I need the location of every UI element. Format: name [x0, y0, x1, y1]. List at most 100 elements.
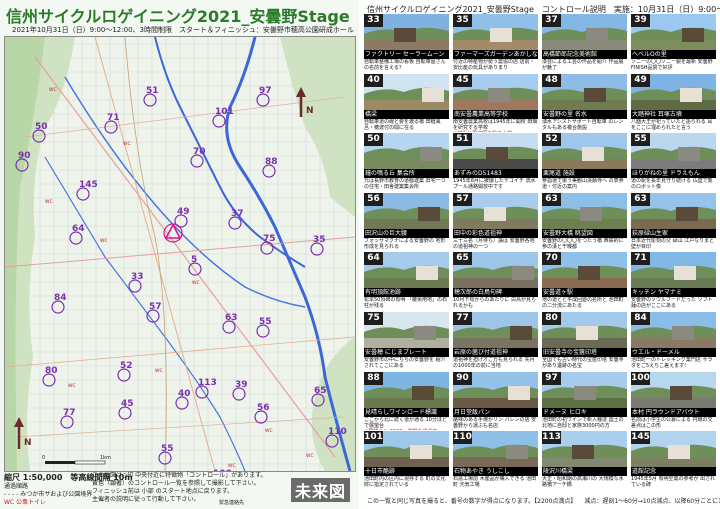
control-card-80: 80 旧安曇寺の宝篋印塔 全国でも古い時代の宝篋印塔 安曇寺があり遺跡の名宝: [542, 312, 627, 370]
svg-text:88: 88: [265, 157, 278, 167]
svg-text:145: 145: [79, 180, 98, 190]
control-description: 三十三名（月待ち）講は 安曇野各地の道祖神の一つ: [453, 237, 535, 250]
control-card-70: 70 安曇道ヶ駅 地の道とど平成回遊の名所と 池田町の二分流にあたる: [542, 252, 627, 310]
svg-text:55: 55: [161, 444, 174, 454]
control-description: 自転車整備工場の看板 自転車屋さんの名前を言える？: [364, 59, 446, 71]
control-sheet: 信州サイクルロゲイニング2021_安曇野Stage コントロール説明 実施：10…: [361, 0, 720, 509]
legend: 通過順路 - - - - みつか市サおよび公園境界 WC 公衆トイレ: [4, 483, 92, 507]
svg-text:1km: 1km: [100, 455, 111, 461]
control-number: 35: [453, 14, 472, 27]
control-name: ファーマーズガーデンあかしな: [453, 50, 538, 59]
svg-text:45: 45: [121, 399, 134, 409]
control-card-63: 63 荻原碌山生家 日本近代彫刻の父 碌山 江戸なりまと壁が目印: [631, 192, 716, 251]
control-card-33: 33 ファクトリー セーラームーン 自転車整備工場の看板 自転車屋さんの名前を言える…: [364, 14, 449, 72]
svg-text:110: 110: [328, 427, 347, 437]
control-number: 51: [453, 133, 472, 147]
svg-text:57: 57: [149, 302, 162, 312]
control-number: 33: [364, 14, 383, 27]
control-grid: 33 ファクトリー セーラームーン 自転車整備工場の看板 自転車屋さんの名前を言える…: [364, 14, 718, 492]
control-card-35: 35 ファーマーズガーデンあかしな 付近の特産物が勢う農協の店 店前・安比産の玩具が…: [453, 14, 538, 72]
control-name: 岩原の菌び付道祖神: [453, 348, 538, 357]
control-description: 八面大王が祀っていたと語られる 耳をここに埋められたと言う: [631, 118, 713, 131]
control-card-100: 100 本村 円ラウンドアバウト 名前は小学生の公募による 円環の交差点はこの形: [631, 371, 716, 430]
control-description: 池田町一のトレッキング業門店 サラダをご5えちこ差えます!: [631, 357, 713, 369]
control-number: 88: [364, 371, 383, 385]
control-name: 十日市酪跡: [364, 467, 449, 477]
svg-text:49: 49: [177, 207, 190, 217]
svg-text:40: 40: [178, 389, 191, 399]
control-description: ここから北に続く道が通る 10分ほどで展望台※展望台は 2000m登場を通過中: [364, 417, 449, 430]
control-number: 49: [631, 73, 650, 87]
control-card-101: 101 十日市酪跡 池田町内の区内に現存する 町の文化財に指定されている: [364, 431, 449, 489]
control-card-145: 145 道館記念 1945年5月 有明空襲の参考が 出されている碑: [631, 431, 716, 489]
control-name: ほりがねの里 ドラえもん: [631, 169, 716, 179]
control-number: 90: [453, 371, 472, 385]
control-number: 77: [453, 312, 472, 325]
control-number: 63: [631, 192, 650, 206]
control-name: ウエル・ドーメル: [631, 348, 716, 357]
map-sheet: 信州サイクルロゲイニング2021_安曇野Stage 2021年10月31日（日）…: [0, 0, 359, 509]
control-number: 55: [631, 133, 650, 147]
control-card-75: 75 安曇穂 にじまプレート 安曇野市の中にちちの安曇野を 紹介されてここにある: [364, 312, 449, 370]
control-description: 酪味のある手焼がリン バレンの店 安曇野から運ぶも名店: [453, 416, 537, 429]
control-description: 1945年5月 有明空襲の参考が 出されている碑: [631, 476, 716, 489]
control-number: 39: [631, 14, 650, 27]
control-card-64: 64 有明頂館池跡 松本50頂碑の有明 「雑栗用地」の石柱が残る: [364, 252, 449, 310]
control-card-113: 113 陵沢川橋梁 大正・昭和期の高瀬川の 大規模な水路橋アーチ橋: [542, 431, 627, 489]
control-description: 全国でも古い時代の宝篋印塔 安曇寺があり遺跡の名宝: [542, 357, 624, 369]
control-card-39: 39 ヘベルOの里 ソニーの〇〇ソニー製を最新 安曇野FINISH品質で好評: [631, 14, 716, 72]
control-number: 52: [542, 133, 561, 147]
control-card-57: 57 田中の彩色道祖神 三十三名（月待ち）講は 安曇野各地の道祖神の一つ: [453, 192, 538, 251]
toilet-icon: WC: [68, 383, 76, 389]
control-number: 71: [631, 252, 650, 266]
control-name: 安曇野の里 名水: [542, 109, 627, 119]
svg-text:55: 55: [259, 317, 272, 327]
svg-text:35: 35: [313, 235, 326, 245]
svg-text:0: 0: [42, 455, 45, 461]
toilet-icon: WC: [49, 87, 57, 93]
control-name: 大踏神社 耳塚古墳: [631, 109, 716, 119]
control-card-97: 97 ドメーヌ ヒロキ 池田町の初ワインで新入種達 国土の北地に自邸と家族3000円…: [542, 371, 627, 430]
control-name: 田沢山の巨大腰: [364, 228, 449, 238]
map-subtitle: 2021年10月31日（日）9:00～12:00、3時間制限 スタート＆フィニッ…: [12, 26, 354, 34]
svg-text:100: 100: [213, 469, 232, 471]
control-name: ヘベルOの里: [631, 50, 716, 59]
svg-text:70: 70: [193, 147, 206, 157]
svg-text:77: 77: [63, 408, 76, 418]
toilet-icon: WC: [123, 141, 131, 147]
control-description: 元は長野市教育の道都建築 旧宅一つの住宅・田舎建築集会所: [364, 178, 446, 191]
svg-text:75: 75: [263, 234, 276, 244]
control-name: 栗尾道 施設: [542, 169, 627, 179]
legend-item: - - - - みつか市サおよび公園境界: [4, 491, 93, 498]
svg-text:51: 51: [146, 86, 159, 96]
emergency-contact: 緊急連絡先: [219, 500, 245, 506]
control-description: ソニーの〇〇ソニー製を最新 安曇野FINISH品質で好評: [631, 59, 713, 71]
svg-text:101: 101: [215, 107, 234, 117]
svg-text:80: 80: [45, 366, 58, 376]
svg-text:50: 50: [35, 122, 48, 132]
note-line: フィニッシュ前は 小部 のスタート地点に戻ります。: [92, 488, 234, 495]
control-name: 安曇穂 にじまプレート: [364, 348, 449, 357]
control-description: 地の道とど平成回遊の名所と 池田町の二分流にあたる: [542, 297, 624, 310]
control-number: 145: [631, 431, 650, 445]
control-name: 高橋節郎記念美術館: [542, 50, 627, 59]
control-description: フォッサマグナによる安曇野の 地形形成を見られる: [364, 237, 446, 250]
control-number: 84: [631, 312, 650, 325]
svg-text:5: 5: [191, 255, 197, 265]
control-name: 道館記念: [631, 467, 716, 477]
control-card-51: 51 あずみのD51483 1945年8月に被爆したデゴイチ 流水プール通路開放中で…: [453, 133, 538, 191]
control-number: 113: [542, 431, 561, 445]
control-description: 道の駅を長年見守り続ける 仏壁で覧のロボット像: [631, 178, 713, 191]
control-number: 45: [453, 73, 472, 87]
legend-item: 通過順路: [4, 483, 29, 490]
control-number: 100: [631, 371, 650, 385]
control-description: 自転車道の線と要を渡る橋 田植風呂・穂波付の間に在る: [364, 118, 441, 131]
brand-logo: 未来図: [290, 478, 350, 502]
map-canvas: N N 0 1km WCWCWCWCWCWCWCWCWCWC 51 9750907: [5, 37, 355, 471]
control-name: 月日堂飯パン: [453, 407, 538, 417]
control-description: 石造工場前 木産品が購入できる 池田町 元気工場: [453, 476, 537, 489]
svg-text:56: 56: [257, 403, 270, 413]
control-number: 50: [364, 133, 383, 147]
control-card-40: 40 橋梁 自転車道の線と要を渡る橋 田植風呂・穂波付の間に在る: [364, 73, 449, 132]
control-name: ファクトリー セーラームーン: [364, 50, 449, 59]
